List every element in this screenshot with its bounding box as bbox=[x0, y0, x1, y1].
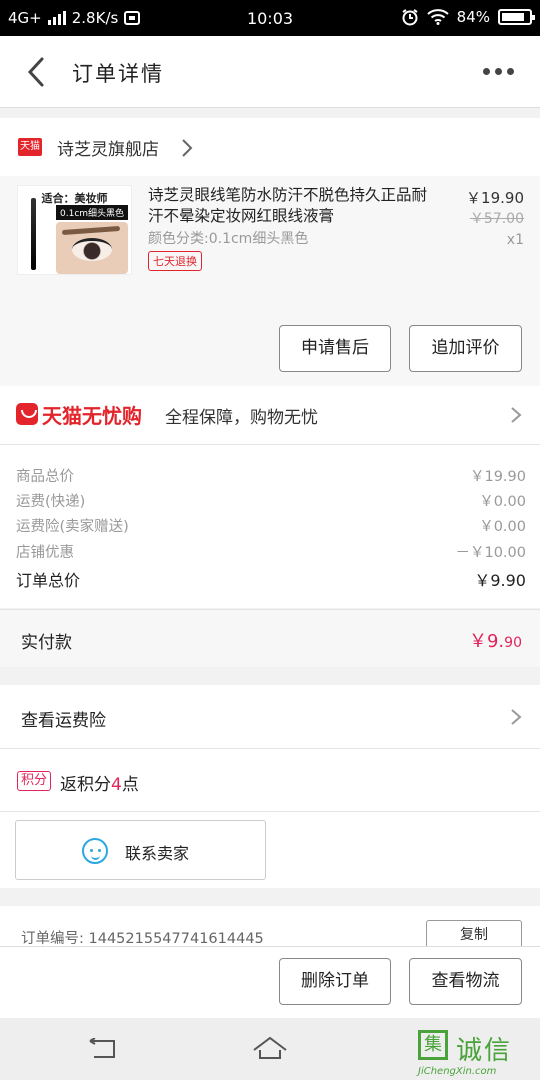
contact-section: 联系卖家 bbox=[0, 812, 540, 888]
price-value: ￥0.00 bbox=[479, 519, 526, 535]
return-badge: 七天退换 bbox=[148, 251, 202, 271]
watermark-logo: 集 诚信 JiChengXin.com bbox=[416, 1030, 534, 1078]
add-review-button[interactable]: 追加评价 bbox=[409, 325, 522, 372]
eyeliner-pen-graphic bbox=[31, 198, 36, 270]
points-row: 积分 返积分4点 bbox=[0, 749, 540, 812]
system-nav-bar: 集 诚信 JiChengXin.com bbox=[0, 1018, 540, 1080]
order-number: 订单编号: 1445215547741614445 bbox=[21, 927, 264, 948]
bottom-action-bar: 删除订单 查看物流 bbox=[0, 946, 540, 1018]
price-value: ￥9.90 bbox=[474, 571, 526, 590]
price-label: 店铺优惠 bbox=[16, 545, 74, 561]
paid-label: 实付款 bbox=[21, 633, 72, 653]
product-item[interactable]: 适合：美妆师 0.1cm细头黑色 诗芝灵眼线笔防水防汗不脱色持久正品耐汗不晕染定… bbox=[0, 176, 540, 386]
status-bar: 4G+ 2.8K/s 10:03 84% bbox=[0, 0, 540, 36]
chevron-right-icon[interactable] bbox=[180, 138, 194, 158]
product-quantity: x1 bbox=[506, 232, 524, 248]
wifi-icon bbox=[426, 9, 449, 25]
alarm-icon bbox=[402, 9, 418, 26]
order-info: 订单编号: 1445215547741614445 复制 bbox=[0, 906, 540, 948]
order-number-value: 1445215547741614445 bbox=[88, 931, 264, 947]
watermark-url: JiChengXin.com bbox=[418, 1066, 497, 1077]
price-label: 运费(快递) bbox=[16, 494, 86, 510]
product-price: ￥19.90 bbox=[466, 189, 524, 207]
price-value: ￥19.90 bbox=[469, 469, 526, 485]
product-spec: 颜色分类:0.1cm细头黑色 bbox=[148, 231, 309, 247]
order-number-label: 订单编号: bbox=[21, 931, 84, 947]
nav-bar: 订单详情 bbox=[0, 36, 540, 108]
watermark-icon: 集 bbox=[418, 1030, 448, 1060]
price-row: 运费险(卖家赠送) ￥0.00 bbox=[16, 515, 526, 539]
paid-amount: ￥9.90 bbox=[469, 627, 522, 653]
view-insurance-row[interactable]: 查看运费险 bbox=[0, 685, 540, 749]
price-row: 店铺优惠 －￥10.00 bbox=[16, 541, 526, 565]
points-text: 返积分4点 bbox=[60, 770, 139, 795]
guarantee-row[interactable]: 天猫无忧购 全程保障，购物无忧 bbox=[0, 386, 540, 445]
back-arrow-icon[interactable] bbox=[22, 56, 52, 88]
points-prefix: 返积分 bbox=[60, 775, 111, 795]
guarantee-text: 全程保障，购物无忧 bbox=[165, 408, 318, 428]
original-price: ￥57.00 bbox=[469, 211, 524, 227]
shop-name[interactable]: 诗芝灵旗舰店 bbox=[57, 135, 159, 160]
guarantee-brand: 天猫无忧购 bbox=[42, 404, 142, 428]
view-logistics-button[interactable]: 查看物流 bbox=[409, 958, 522, 1005]
product-image[interactable]: 适合：美妆师 0.1cm细头黑色 bbox=[17, 185, 132, 275]
more-dots-icon[interactable] bbox=[483, 68, 514, 75]
tmall-cat-icon bbox=[16, 403, 38, 425]
paid-amount-cents: 90 bbox=[504, 635, 522, 651]
price-label: 运费险(卖家赠送) bbox=[16, 519, 129, 535]
paid-row: 实付款 ￥9.90 bbox=[0, 609, 540, 667]
price-breakdown: 商品总价 ￥19.90 运费(快递) ￥0.00 运费险(卖家赠送) ￥0.00 店铺… bbox=[0, 445, 540, 608]
contact-seller-label: 联系卖家 bbox=[125, 844, 190, 863]
after-sale-button[interactable]: 申请售后 bbox=[279, 325, 391, 372]
tmall-logo: 天猫 bbox=[18, 138, 42, 156]
copy-button[interactable]: 复制 bbox=[426, 920, 522, 948]
paid-amount-main: ￥9. bbox=[468, 631, 505, 652]
shop-header[interactable]: 天猫 诗芝灵旗舰店 bbox=[0, 118, 540, 176]
watermark-brand: 诚信 bbox=[456, 1036, 513, 1066]
order-total-row: 订单总价 ￥9.90 bbox=[16, 567, 526, 591]
price-value: ￥0.00 bbox=[479, 494, 526, 510]
page-title: 订单详情 bbox=[72, 62, 164, 86]
product-title[interactable]: 诗芝灵眼线笔防水防汗不脱色持久正品耐汗不晕染定妆网红眼线液膏 bbox=[148, 185, 438, 227]
home-nav-icon[interactable] bbox=[252, 1036, 288, 1060]
chevron-right-icon[interactable] bbox=[510, 708, 522, 726]
price-label: 订单总价 bbox=[16, 571, 81, 590]
points-count: 4 bbox=[111, 775, 122, 795]
price-row: 商品总价 ￥19.90 bbox=[16, 465, 526, 489]
chevron-right-icon[interactable] bbox=[510, 406, 522, 424]
delete-order-button[interactable]: 删除订单 bbox=[279, 958, 391, 1005]
image-label-tag: 0.1cm细头黑色 bbox=[56, 205, 129, 220]
insurance-label[interactable]: 查看运费险 bbox=[21, 706, 106, 731]
price-value: －￥10.00 bbox=[455, 545, 526, 561]
back-nav-icon[interactable] bbox=[88, 1038, 120, 1060]
price-label: 商品总价 bbox=[16, 469, 74, 485]
battery-percent: 84% bbox=[456, 8, 490, 26]
battery-icon bbox=[498, 9, 535, 25]
points-tag: 积分 bbox=[17, 771, 52, 791]
contact-seller-button[interactable]: 联系卖家 bbox=[15, 820, 266, 880]
points-suffix: 点 bbox=[121, 775, 139, 795]
price-row: 运费(快递) ￥0.00 bbox=[16, 490, 526, 514]
chat-face-icon bbox=[82, 838, 108, 864]
